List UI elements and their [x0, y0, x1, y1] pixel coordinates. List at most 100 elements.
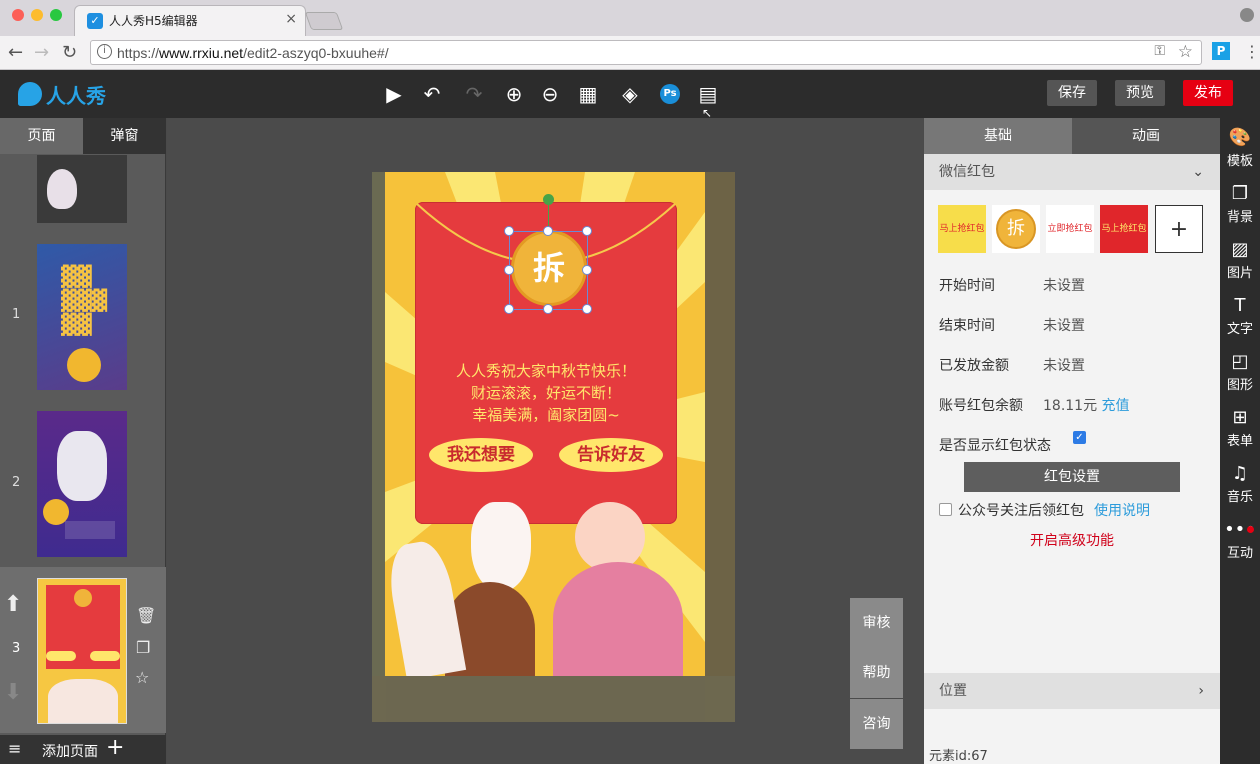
tab-popups[interactable]: 弹窗	[83, 118, 166, 154]
zoom-out-icon[interactable]: ⊖	[538, 82, 562, 106]
start-time-value[interactable]: 未设置	[1043, 275, 1085, 295]
copy-icon[interactable]: ❐	[136, 638, 150, 657]
layers-icon[interactable]: ◈	[618, 82, 642, 106]
new-tab-button[interactable]	[304, 12, 344, 30]
preview-button[interactable]: 预览	[1115, 80, 1165, 106]
delete-icon[interactable]: 🗑	[136, 606, 156, 625]
page-thumb-2[interactable]	[37, 411, 127, 557]
menu-kebab-icon[interactable]: ⋮	[1244, 42, 1260, 61]
rabbit-image	[47, 169, 77, 209]
interaction-tool[interactable]: ••• 互动	[1220, 514, 1260, 570]
review-button[interactable]: 审核	[850, 598, 903, 648]
music-tool[interactable]: ♫ 音乐	[1220, 458, 1260, 514]
move-down-icon[interactable]: ⬇	[4, 680, 22, 705]
section-wechat-redpacket[interactable]: 微信红包 ⌄	[924, 154, 1220, 190]
section-title: 位置	[939, 683, 967, 699]
close-window-button[interactable]	[12, 9, 24, 21]
bookmark-star-icon[interactable]: ☆	[1178, 42, 1193, 62]
recharge-link[interactable]: 充值	[1102, 398, 1130, 414]
page-thumb-0[interactable]	[37, 155, 127, 223]
end-time-value[interactable]: 未设置	[1043, 315, 1085, 335]
page-thumb-1[interactable]: ▓▓ ▓▓▓ ▓▓	[37, 244, 127, 390]
tell-friends-button[interactable]: 告诉好友	[559, 438, 663, 472]
thumb-button	[90, 651, 120, 661]
form-tool[interactable]: ⊞ 表单	[1220, 402, 1260, 458]
want-more-button[interactable]: 我还想要	[429, 438, 533, 472]
tab-pages[interactable]: 页面	[0, 118, 83, 154]
extension-icon[interactable]: P	[1212, 42, 1230, 60]
add-page-bar[interactable]: ≡ 添加页面 +	[0, 735, 166, 764]
resize-handle[interactable]	[582, 304, 592, 314]
usage-link[interactable]: 使用说明	[1094, 500, 1150, 520]
templates-tool[interactable]: 🎨 模板	[1220, 122, 1260, 178]
background-icon: ❐	[1231, 183, 1249, 204]
image-tool[interactable]: ▨ 图片	[1220, 234, 1260, 290]
form-icon: ⊞	[1232, 407, 1248, 428]
menu-icon[interactable]: ≡	[8, 739, 21, 758]
photoshop-icon[interactable]: Ps	[660, 84, 680, 104]
thumb-text-block	[65, 521, 115, 539]
show-status-checkbox[interactable]: ✓	[1073, 431, 1086, 444]
tab-close-icon[interactable]: ×	[285, 11, 297, 27]
grid-icon[interactable]: ▦	[576, 82, 600, 106]
play-icon[interactable]: ▶	[382, 82, 406, 106]
consult-button[interactable]: 咨询	[850, 699, 903, 749]
back-icon[interactable]: ←	[8, 42, 23, 63]
add-page-label: 添加页面	[42, 744, 98, 760]
forward-icon[interactable]: →	[34, 42, 49, 63]
section-position[interactable]: 位置 ›	[924, 673, 1220, 709]
tab-animation[interactable]: 动画	[1072, 118, 1220, 154]
tab-basic[interactable]: 基础	[924, 118, 1072, 154]
packet-style-option[interactable]: 马上抢红包	[1100, 205, 1148, 253]
reload-icon[interactable]: ↻	[62, 42, 77, 63]
follow-checkbox[interactable]	[939, 503, 952, 516]
redpacket-settings-button[interactable]: 红包设置	[964, 462, 1180, 492]
packet-style-option[interactable]: 拆	[992, 205, 1040, 253]
chevron-right-icon: ›	[1198, 683, 1204, 699]
text-tool[interactable]: T 文字	[1220, 290, 1260, 346]
packet-style-option[interactable]: 马上抢红包	[938, 205, 986, 253]
zoom-in-icon[interactable]: ⊕	[502, 82, 526, 106]
thumb-moon	[67, 348, 101, 382]
profile-icon[interactable]	[1240, 8, 1254, 22]
plus-icon[interactable]: +	[106, 735, 124, 760]
issued-amount-value: 未设置	[1043, 358, 1085, 374]
page-thumb-3[interactable]	[37, 578, 127, 724]
resize-handle[interactable]	[504, 304, 514, 314]
resize-handle[interactable]	[504, 226, 514, 236]
help-button[interactable]: 帮助	[850, 648, 903, 698]
greeting-text: 人人秀祝大家中秋节快乐！ 财运滚滚，好运不断！ 幸福美满，阖家团圆~	[415, 360, 677, 426]
editor-header: 人人秀 ▶ ↶ ↷ ⊕ ⊖ ▦ ◈ Ps ▤ ↖ 保存 预览 发布	[0, 70, 1260, 120]
rotate-handle[interactable]	[543, 194, 554, 205]
advanced-features-link[interactable]: 开启高级功能	[1030, 530, 1114, 550]
info-icon[interactable]: i	[97, 44, 112, 59]
resize-handle[interactable]	[543, 226, 553, 236]
app-logo[interactable]: 人人秀	[18, 80, 106, 108]
field-label: 已发放金额	[939, 358, 1009, 374]
background-tool[interactable]: ❐ 背景	[1220, 178, 1260, 234]
page-canvas[interactable]: 拆 人人秀祝大家中秋节快乐！ 财运滚滚，好运不断！ 幸福美满，阖家团圆~ 我还想…	[385, 172, 705, 676]
browser-tab[interactable]: ✓ 人人秀H5编辑器 ×	[74, 5, 306, 36]
minimize-window-button[interactable]	[31, 9, 43, 21]
resize-handle[interactable]	[543, 304, 553, 314]
packet-style-option[interactable]: 立即抢红包	[1046, 205, 1094, 253]
align-icon[interactable]: ▤	[696, 82, 720, 106]
move-up-icon[interactable]: ⬆	[4, 592, 22, 617]
maximize-window-button[interactable]	[50, 9, 62, 21]
save-button[interactable]: 保存	[1047, 80, 1097, 106]
redo-icon[interactable]: ↷	[462, 82, 486, 106]
girl-figure	[553, 562, 683, 676]
thumb-coin	[74, 589, 92, 607]
add-packet-style-button[interactable]: +	[1155, 205, 1203, 253]
undo-icon[interactable]: ↶	[420, 82, 444, 106]
resize-handle[interactable]	[582, 265, 592, 275]
shape-tool[interactable]: ◰ 图形	[1220, 346, 1260, 402]
resize-handle[interactable]	[504, 265, 514, 275]
page-number: 1	[12, 307, 21, 322]
shape-icon: ◰	[1231, 351, 1249, 372]
key-icon[interactable]: ⚿	[1154, 43, 1165, 59]
url-input[interactable]: i https://www.rrxiu.net/edit2-aszyq0-bxu…	[90, 40, 1202, 65]
star-icon[interactable]: ☆	[135, 668, 149, 687]
publish-button[interactable]: 发布	[1183, 80, 1233, 106]
resize-handle[interactable]	[582, 226, 592, 236]
